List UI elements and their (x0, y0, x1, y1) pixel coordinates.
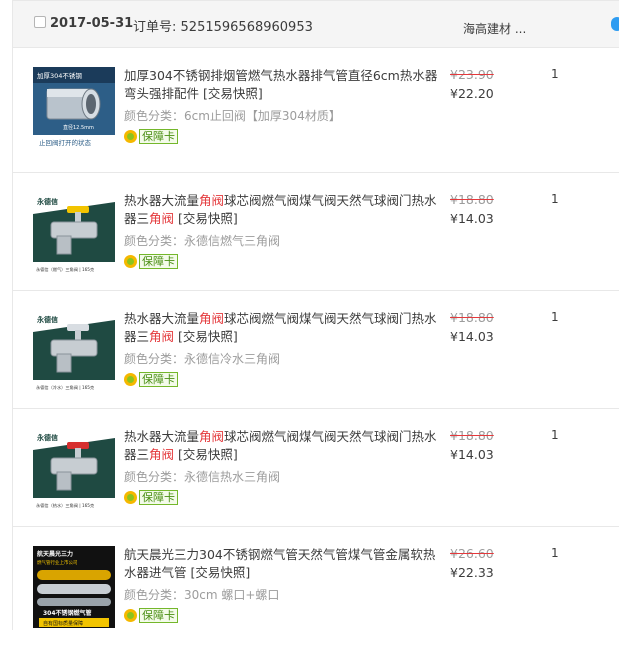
sku-info: 颜色分类：永德信热水三角阀 (124, 470, 281, 484)
product-title-link[interactable]: 加厚304不锈钢排烟管燃气热水器排气管直径6cm热水器弯头强排配件 [交易快照] (124, 67, 444, 103)
snapshot-link[interactable]: [交易快照] (178, 447, 238, 462)
order-item: 永德信 永德信（冷水）三角阀 | 165克 热水器大流量角阀球芯阀燃气阀煤气阀天… (13, 291, 619, 409)
product-thumbnail[interactable]: 永德信 永德信（热水）三角阀 | 165克 (33, 428, 115, 510)
guarantee-icon (124, 254, 137, 268)
guarantee-icon (124, 129, 137, 143)
quantity: 1 (551, 192, 559, 206)
title-highlight: 角阀 (199, 429, 225, 444)
product-thumbnail[interactable]: 航天晨光三力 燃气管行业上市公司 304不锈钢燃气管 自有国标质量保障 (33, 546, 115, 628)
order-select-checkbox[interactable] (34, 16, 46, 28)
title-highlight: 角阀 (149, 329, 175, 344)
guarantee-label: 保障卡 (139, 253, 178, 269)
original-price: ¥18.80 (450, 428, 494, 443)
product-title-link[interactable]: 热水器大流量角阀球芯阀燃气阀煤气阀天然气球阀门热水器三角阀 [交易快照] (124, 428, 444, 464)
guarantee-card-link[interactable]: 保障卡 (124, 253, 178, 269)
product-thumbnail[interactable]: 永德信 永德信（燃气）三角阀 | 165克 (33, 192, 115, 274)
product-thumbnail[interactable]: 加厚304不锈钢 直径12.5mm 止回阀打开的状态 (33, 67, 115, 149)
quantity: 1 (551, 310, 559, 324)
paid-price: ¥22.20 (450, 86, 494, 101)
sku-info: 颜色分类：永德信燃气三角阀 (124, 234, 281, 248)
thumb-caption: 304不锈钢燃气管 (43, 609, 92, 617)
title-highlight: 角阀 (149, 447, 175, 462)
thumb-dimension-text: 直径12.5mm (63, 124, 94, 131)
thumb-caption: 永德信（冷水）三角阀 | 165克 (36, 384, 94, 391)
order-card: 2017-05-31 订单号: 5251596568960953 海高建材 ..… (12, 0, 619, 630)
quantity: 1 (551, 546, 559, 560)
order-date: 2017-05-31 (50, 16, 134, 31)
snapshot-link[interactable]: [交易快照] (178, 329, 238, 344)
order-item: 永德信 永德信（热水）三角阀 | 165克 热水器大流量角阀球芯阀燃气阀煤气阀天… (13, 409, 619, 527)
guarantee-icon (124, 372, 137, 386)
thumb-caption-2: 自有国标质量保障 (43, 620, 83, 627)
guarantee-card-link[interactable]: 保障卡 (124, 371, 178, 387)
thumb-brand: 永德信 (36, 315, 58, 324)
guarantee-label: 保障卡 (139, 371, 178, 387)
product-title: 航天晨光三力304不锈钢燃气管天然气管煤气管金属软热水器进气管 (124, 547, 436, 580)
original-price: ¥26.60 (450, 546, 494, 561)
product-thumbnail[interactable]: 永德信 永德信（冷水）三角阀 | 165克 (33, 310, 115, 392)
product-title-link[interactable]: 航天晨光三力304不锈钢燃气管天然气管煤气管金属软热水器进气管 [交易快照] (124, 546, 444, 582)
guarantee-card-link[interactable]: 保障卡 (124, 128, 178, 144)
product-title-link[interactable]: 热水器大流量角阀球芯阀燃气阀煤气阀天然气球阀门热水器三角阀 [交易快照] (124, 310, 444, 346)
title-highlight: 角阀 (199, 193, 225, 208)
sku-info: 颜色分类：6cm止回阀【加厚304材质】 (124, 109, 341, 123)
thumb-brand: 永德信 (36, 433, 58, 442)
thumb-caption: 永德信（热水）三角阀 | 165克 (36, 502, 94, 509)
guarantee-card-link[interactable]: 保障卡 (124, 607, 178, 623)
quantity: 1 (551, 428, 559, 442)
paid-price: ¥14.03 (450, 447, 494, 462)
quantity: 1 (551, 67, 559, 81)
thumb-brand: 航天晨光三力 (37, 550, 73, 558)
chat-icon[interactable] (611, 17, 619, 31)
snapshot-link[interactable]: [交易快照] (191, 565, 251, 580)
order-number-label: 订单号: (133, 20, 177, 35)
snapshot-link[interactable]: [交易快照] (178, 211, 238, 226)
thumb-caption: 止回阀打开的状态 (39, 138, 92, 147)
order-item: 航天晨光三力 燃气管行业上市公司 304不锈钢燃气管 自有国标质量保障 航天晨光… (13, 527, 619, 645)
original-price: ¥23.90 (450, 67, 494, 82)
guarantee-icon (124, 490, 137, 504)
original-price: ¥18.80 (450, 310, 494, 325)
guarantee-label: 保障卡 (139, 489, 178, 505)
title-highlight: 角阀 (149, 211, 175, 226)
product-title: 加厚304不锈钢排烟管燃气热水器排气管直径6cm热水器弯头强排配件 (124, 68, 438, 101)
thumb-caption: 永德信（燃气）三角阀 | 165克 (36, 266, 94, 273)
guarantee-label: 保障卡 (139, 607, 178, 623)
paid-price: ¥22.33 (450, 565, 494, 580)
sku-info: 颜色分类：30cm 螺口+螺口 (124, 588, 280, 602)
paid-price: ¥14.03 (450, 329, 494, 344)
thumb-subtitle: 燃气管行业上市公司 (37, 559, 78, 566)
title-highlight: 角阀 (199, 311, 225, 326)
guarantee-card-link[interactable]: 保障卡 (124, 489, 178, 505)
product-title: 热水器大流量 (124, 429, 200, 444)
original-price: ¥18.80 (450, 192, 494, 207)
product-title: 热水器大流量 (124, 193, 200, 208)
shop-name-link[interactable]: 海高建材 ... (463, 20, 526, 37)
paid-price: ¥14.03 (450, 211, 494, 226)
product-title: 热水器大流量 (124, 311, 200, 326)
order-item: 加厚304不锈钢 直径12.5mm 止回阀打开的状态 加厚304不锈钢排烟管燃气… (13, 48, 619, 173)
product-title-link[interactable]: 热水器大流量角阀球芯阀燃气阀煤气阀天然气球阀门热水器三角阀 [交易快照] (124, 192, 444, 228)
order-item: 永德信 永德信（燃气）三角阀 | 165克 热水器大流量角阀球芯阀燃气阀煤气阀天… (13, 173, 619, 291)
snapshot-link[interactable]: [交易快照] (203, 86, 263, 101)
guarantee-label: 保障卡 (139, 128, 178, 144)
guarantee-icon (124, 608, 137, 622)
order-number: 订单号: 5251596568960953 (133, 16, 313, 35)
thumb-top-text: 加厚304不锈钢 (37, 71, 82, 80)
sku-info: 颜色分类：永德信冷水三角阀 (124, 352, 281, 366)
thumb-brand: 永德信 (36, 197, 58, 206)
order-number-value: 5251596568960953 (180, 20, 313, 35)
order-header: 2017-05-31 订单号: 5251596568960953 海高建材 ..… (13, 1, 619, 48)
